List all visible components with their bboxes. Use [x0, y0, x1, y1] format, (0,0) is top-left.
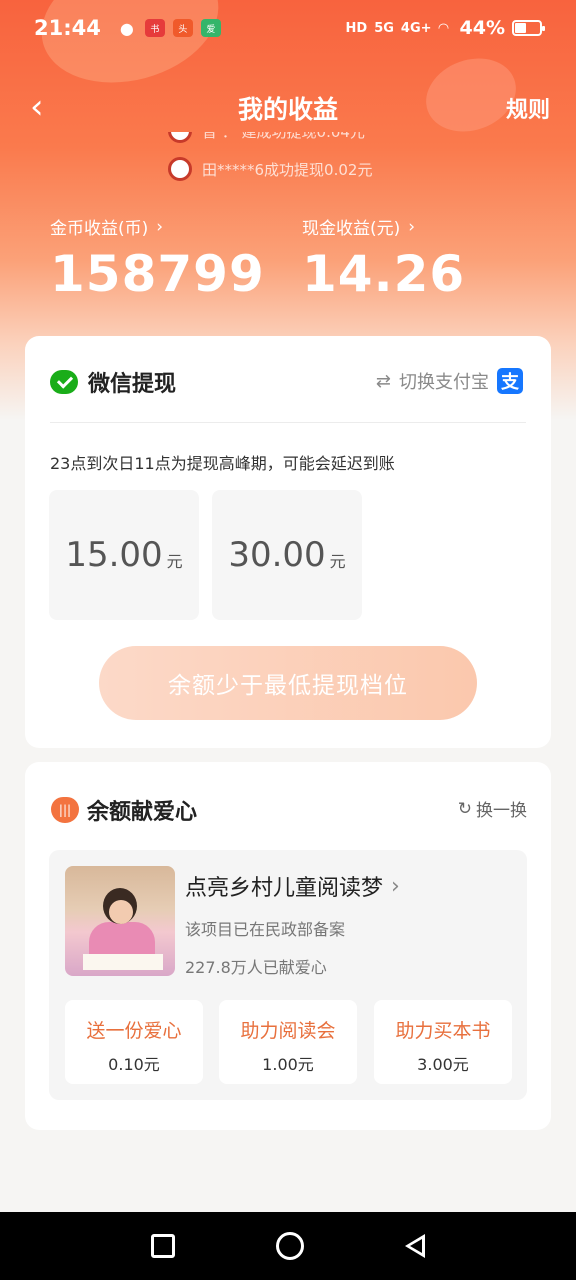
heart-icon: ||| — [51, 797, 79, 823]
toutiao-icon: 头 — [172, 19, 193, 37]
hd-indicator: HD — [345, 20, 368, 36]
battery-percent: 44% — [459, 17, 505, 39]
project-count: 227.8万人已献爱心 — [185, 958, 327, 977]
amount-option-30[interactable]: 30.00 元 — [212, 490, 362, 620]
project-title[interactable]: 点亮乡村儿童阅读梦 › — [185, 870, 400, 902]
donate-option-3[interactable]: 助力买本书 3.00元 — [374, 1000, 512, 1084]
donate-option-2[interactable]: 助力阅读会 1.00元 — [219, 1000, 357, 1084]
page-title: 我的收益 — [237, 95, 338, 124]
cash-earnings[interactable]: 现金收益(元) › 14.26 — [302, 214, 466, 304]
wechat-pay-icon — [50, 370, 78, 394]
withdraw-card: 微信提现 ⇄ 切换支付宝 支 23点到次日11点为提现高峰期，可能会延迟到账 1… — [25, 336, 551, 748]
chevron-right-icon: › — [408, 216, 416, 237]
iqiyi-icon: 爱 — [200, 19, 221, 37]
alipay-icon: 支 — [497, 368, 523, 394]
charity-project: 点亮乡村儿童阅读梦 › 该项目已在民政部备案 227.8万人已献爱心 送一份爱心… — [49, 850, 527, 1100]
ticker-row: 普 ： 建成功提现0.04元 — [168, 132, 428, 150]
coin-earnings-value: 158799 — [50, 245, 265, 303]
withdraw-header: 微信提现 — [50, 366, 176, 398]
back-button[interactable] — [405, 1234, 426, 1258]
coin-earnings[interactable]: 金币收益(币) › 158799 — [50, 214, 265, 304]
project-subtitle: 该项目已在民政部备案 — [185, 920, 346, 939]
withdraw-title: 微信提现 — [88, 372, 177, 397]
divider — [50, 422, 526, 423]
nav-bar: ‹ 我的收益 规则 — [0, 80, 576, 134]
status-bar: 21:44 ● 书 头 爱 HD 5G 4G+ ◠ 44% — [0, 0, 576, 56]
withdraw-notice: 23点到次日11点为提现高峰期，可能会延迟到账 — [50, 454, 395, 473]
charity-header: ||| 余额献爱心 — [51, 794, 197, 826]
status-time: 21:44 — [34, 16, 101, 40]
home-button[interactable] — [275, 1232, 304, 1260]
amount-option-15[interactable]: 15.00 元 — [49, 490, 199, 620]
refresh-icon: ↻ — [457, 798, 472, 819]
cash-earnings-value: 14.26 — [302, 245, 466, 303]
wechat-icon: ● — [119, 18, 134, 38]
network-5g: 5G — [374, 20, 394, 36]
status-indicators: HD 5G 4G+ ◠ 44% — [345, 17, 545, 39]
ticker-row: 田*****6成功提现0.02元 — [168, 150, 428, 182]
switch-alipay-button[interactable]: ⇄ 切换支付宝 支 — [376, 368, 523, 394]
rules-button[interactable]: 规则 — [506, 92, 550, 124]
donate-option-1[interactable]: 送一份爱心 0.10元 — [65, 1000, 203, 1084]
charity-title: 余额献爱心 — [87, 800, 198, 825]
chevron-right-icon: › — [391, 873, 400, 899]
refresh-button[interactable]: ↻ 换一换 — [457, 796, 527, 822]
withdraw-button[interactable]: 余额少于最低提现档位 — [99, 646, 477, 720]
notification-icons: ● 书 头 爱 — [117, 18, 221, 38]
swap-icon: ⇄ — [375, 370, 391, 392]
coin-earnings-label: 金币收益(币) — [50, 219, 149, 239]
cash-earnings-label: 现金收益(元) — [302, 219, 401, 239]
network-4g: 4G+ — [400, 20, 432, 36]
charity-card: ||| 余额献爱心 ↻ 换一换 点亮乡村儿童阅读梦 › 该项目已在民政部备案 2… — [25, 762, 551, 1130]
battery-icon — [512, 20, 545, 36]
wifi-icon: ◠ — [438, 20, 449, 36]
avatar — [168, 132, 192, 143]
project-photo — [65, 866, 175, 976]
avatar — [168, 157, 192, 181]
chevron-right-icon: › — [156, 216, 164, 237]
xiaohongshu-icon: 书 — [144, 19, 165, 37]
recent-apps-button[interactable] — [150, 1234, 175, 1258]
system-nav-bar — [0, 1212, 576, 1280]
switch-alipay-label: 切换支付宝 — [399, 372, 489, 393]
withdraw-ticker: 普 ： 建成功提现0.04元 田*****6成功提现0.02元 — [168, 132, 428, 182]
